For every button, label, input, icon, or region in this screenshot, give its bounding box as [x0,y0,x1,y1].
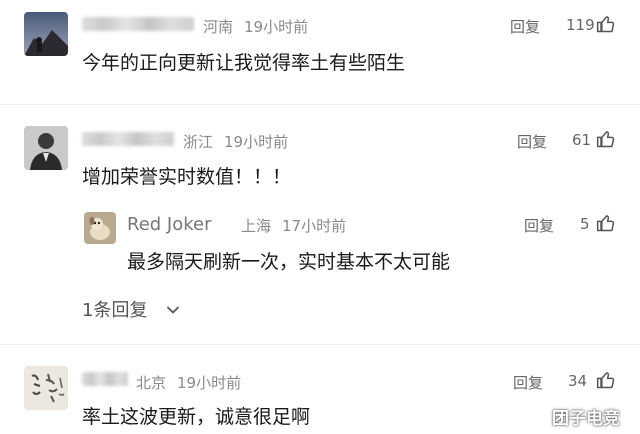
region: 上海 [241,217,272,235]
reply-button[interactable]: 回复 [517,131,547,152]
username-blurred[interactable] [82,17,194,31]
comment-text: 率土这波更新，诚意很足啊 [82,406,311,428]
avatar-dog-image [84,212,116,244]
timestamp: 17小时前 [282,217,347,235]
avatar[interactable] [24,126,68,170]
avatar-calligraphy-image [24,366,68,410]
timestamp: 19小时前 [244,18,309,36]
like-count: 34 [568,372,588,390]
comment-text: 增加荣誉实时数值！！！ [82,166,292,188]
reply-text: 最多隔天刷新一次，实时基本不太可能 [127,251,451,273]
more-replies-label: 1条回复 [82,300,148,321]
region: 北京 [136,374,167,392]
avatar[interactable] [84,212,116,244]
comment-text: 今年的正向更新让我觉得率土有些陌生 [82,52,406,74]
reply-button[interactable]: 回复 [510,16,540,37]
divider [0,344,640,345]
watermark: 团子电竞 [552,409,620,429]
timestamp: 19小时前 [224,133,289,151]
avatar-portrait-image [24,126,68,170]
avatar-mountain-image [24,12,68,56]
thumbs-up-icon[interactable] [596,370,616,390]
like-count: 119 [566,16,595,34]
like-count: 61 [572,131,592,149]
thumbs-up-icon[interactable] [596,213,616,233]
timestamp: 19小时前 [177,374,242,392]
chevron-down-icon [167,306,179,314]
like-count: 5 [580,215,590,233]
reply-button[interactable]: 回复 [513,372,543,393]
avatar[interactable] [24,366,68,410]
thumbs-up-icon[interactable] [596,14,616,34]
more-replies-link[interactable]: 1条回复 [82,296,192,322]
region: 河南 [203,18,234,36]
divider [0,104,640,105]
username-blurred[interactable] [82,372,128,386]
region: 浙江 [183,133,214,151]
username-blurred[interactable] [82,132,174,146]
avatar[interactable] [24,12,68,56]
reply-button[interactable]: 回复 [524,215,554,236]
thumbs-up-icon[interactable] [596,129,616,149]
reply-author[interactable]: Red Joker [127,214,212,235]
